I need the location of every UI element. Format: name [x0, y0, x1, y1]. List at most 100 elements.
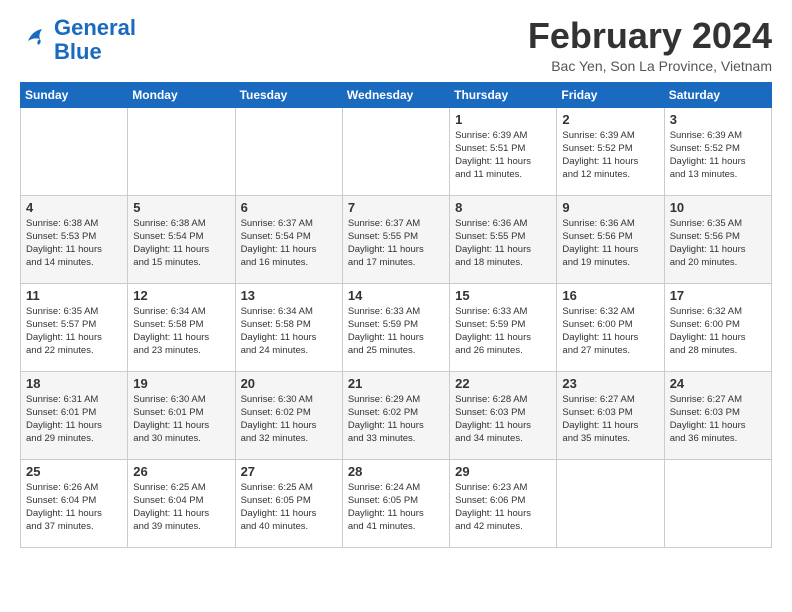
calendar-cell: 16Sunrise: 6:32 AM Sunset: 6:00 PM Dayli…: [557, 283, 664, 371]
cell-info: Sunrise: 6:37 AM Sunset: 5:54 PM Dayligh…: [241, 217, 337, 270]
day-number: 11: [26, 288, 122, 303]
calendar-cell: 27 Sunrise: 6:25 AM Sunset: 6:05 PM Dayli…: [235, 459, 342, 547]
logo-line2: Blue: [54, 39, 102, 64]
day-number: 6: [241, 200, 337, 215]
calendar-cell: 29Sunrise: 6:23 AM Sunset: 6:06 PM Dayli…: [450, 459, 557, 547]
day-number: 21: [348, 376, 444, 391]
day-number: 22: [455, 376, 551, 391]
day-number: 18: [26, 376, 122, 391]
day-header-saturday: Saturday: [664, 82, 771, 107]
calendar-cell: 19 Sunrise: 6:30 AM Sunset: 6:01 PM Dayli…: [128, 371, 235, 459]
day-number: 10: [670, 200, 766, 215]
calendar-cell: 9 Sunrise: 6:36 AM Sunset: 5:56 PM Daylig…: [557, 195, 664, 283]
day-header-friday: Friday: [557, 82, 664, 107]
location-title: Bac Yen, Son La Province, Vietnam: [528, 58, 772, 74]
calendar-cell: 26Sunrise: 6:25 AM Sunset: 6:04 PM Dayli…: [128, 459, 235, 547]
calendar-cell: 8 Sunrise: 6:36 AM Sunset: 5:55 PM Daylig…: [450, 195, 557, 283]
day-number: 23: [562, 376, 658, 391]
logo-line1: General: [54, 15, 136, 40]
calendar-cell: [557, 459, 664, 547]
day-number: 15: [455, 288, 551, 303]
logo-icon: [20, 23, 50, 53]
cell-info: Sunrise: 6:35 AM Sunset: 5:56 PM Dayligh…: [670, 217, 766, 270]
day-number: 24: [670, 376, 766, 391]
cell-info: Sunrise: 6:34 AM Sunset: 5:58 PM Dayligh…: [133, 305, 229, 358]
day-number: 7: [348, 200, 444, 215]
cell-info: Sunrise: 6:32 AM Sunset: 6:00 PM Dayligh…: [670, 305, 766, 358]
day-number: 27: [241, 464, 337, 479]
cell-info: Sunrise: 6:28 AM Sunset: 6:03 PM Dayligh…: [455, 393, 551, 446]
day-number: 29: [455, 464, 551, 479]
day-number: 13: [241, 288, 337, 303]
calendar-body: 1Sunrise: 6:39 AM Sunset: 5:51 PM Daylig…: [21, 107, 772, 547]
day-number: 26: [133, 464, 229, 479]
cell-info: Sunrise: 6:36 AM Sunset: 5:55 PM Dayligh…: [455, 217, 551, 270]
cell-info: Sunrise: 6:36 AM Sunset: 5:56 PM Dayligh…: [562, 217, 658, 270]
cell-info: Sunrise: 6:30 AM Sunset: 6:02 PM Dayligh…: [241, 393, 337, 446]
week-row-3: 18 Sunrise: 6:31 AM Sunset: 6:01 PM Dayli…: [21, 371, 772, 459]
calendar-cell: 1Sunrise: 6:39 AM Sunset: 5:51 PM Daylig…: [450, 107, 557, 195]
calendar-cell: 6 Sunrise: 6:37 AM Sunset: 5:54 PM Daylig…: [235, 195, 342, 283]
calendar-cell: [235, 107, 342, 195]
day-number: 12: [133, 288, 229, 303]
month-title: February 2024: [528, 16, 772, 56]
calendar-cell: 11 Sunrise: 6:35 AM Sunset: 5:57 PM Dayli…: [21, 283, 128, 371]
day-number: 2: [562, 112, 658, 127]
day-number: 8: [455, 200, 551, 215]
cell-info: Sunrise: 6:25 AM Sunset: 6:05 PM Dayligh…: [241, 481, 337, 534]
logo: General Blue: [20, 16, 136, 64]
calendar-cell: 4 Sunrise: 6:38 AM Sunset: 5:53 PM Daylig…: [21, 195, 128, 283]
calendar-cell: 15 Sunrise: 6:33 AM Sunset: 5:59 PM Dayli…: [450, 283, 557, 371]
cell-info: Sunrise: 6:31 AM Sunset: 6:01 PM Dayligh…: [26, 393, 122, 446]
cell-info: Sunrise: 6:39 AM Sunset: 5:51 PM Dayligh…: [455, 129, 551, 182]
day-number: 14: [348, 288, 444, 303]
calendar-header-row: SundayMondayTuesdayWednesdayThursdayFrid…: [21, 82, 772, 107]
day-number: 25: [26, 464, 122, 479]
calendar-cell: 5Sunrise: 6:38 AM Sunset: 5:54 PM Daylig…: [128, 195, 235, 283]
cell-info: Sunrise: 6:34 AM Sunset: 5:58 PM Dayligh…: [241, 305, 337, 358]
calendar-cell: 12 Sunrise: 6:34 AM Sunset: 5:58 PM Dayli…: [128, 283, 235, 371]
week-row-1: 4 Sunrise: 6:38 AM Sunset: 5:53 PM Daylig…: [21, 195, 772, 283]
cell-info: Sunrise: 6:37 AM Sunset: 5:55 PM Dayligh…: [348, 217, 444, 270]
calendar-table: SundayMondayTuesdayWednesdayThursdayFrid…: [20, 82, 772, 548]
week-row-2: 11 Sunrise: 6:35 AM Sunset: 5:57 PM Dayli…: [21, 283, 772, 371]
day-number: 17: [670, 288, 766, 303]
day-number: 3: [670, 112, 766, 127]
calendar-cell: 18 Sunrise: 6:31 AM Sunset: 6:01 PM Dayli…: [21, 371, 128, 459]
day-number: 20: [241, 376, 337, 391]
cell-info: Sunrise: 6:29 AM Sunset: 6:02 PM Dayligh…: [348, 393, 444, 446]
calendar-cell: 22 Sunrise: 6:28 AM Sunset: 6:03 PM Dayli…: [450, 371, 557, 459]
calendar-cell: [342, 107, 449, 195]
header: General Blue February 2024 Bac Yen, Son …: [20, 16, 772, 74]
day-header-sunday: Sunday: [21, 82, 128, 107]
day-number: 19: [133, 376, 229, 391]
cell-info: Sunrise: 6:24 AM Sunset: 6:05 PM Dayligh…: [348, 481, 444, 534]
cell-info: Sunrise: 6:35 AM Sunset: 5:57 PM Dayligh…: [26, 305, 122, 358]
calendar-cell: 24 Sunrise: 6:27 AM Sunset: 6:03 PM Dayli…: [664, 371, 771, 459]
week-row-0: 1Sunrise: 6:39 AM Sunset: 5:51 PM Daylig…: [21, 107, 772, 195]
title-area: February 2024 Bac Yen, Son La Province, …: [528, 16, 772, 74]
calendar-cell: 14 Sunrise: 6:33 AM Sunset: 5:59 PM Dayli…: [342, 283, 449, 371]
cell-info: Sunrise: 6:33 AM Sunset: 5:59 PM Dayligh…: [348, 305, 444, 358]
calendar-cell: 21 Sunrise: 6:29 AM Sunset: 6:02 PM Dayli…: [342, 371, 449, 459]
day-number: 28: [348, 464, 444, 479]
day-header-tuesday: Tuesday: [235, 82, 342, 107]
cell-info: Sunrise: 6:30 AM Sunset: 6:01 PM Dayligh…: [133, 393, 229, 446]
cell-info: Sunrise: 6:27 AM Sunset: 6:03 PM Dayligh…: [562, 393, 658, 446]
day-header-wednesday: Wednesday: [342, 82, 449, 107]
cell-info: Sunrise: 6:33 AM Sunset: 5:59 PM Dayligh…: [455, 305, 551, 358]
cell-info: Sunrise: 6:38 AM Sunset: 5:53 PM Dayligh…: [26, 217, 122, 270]
cell-info: Sunrise: 6:27 AM Sunset: 6:03 PM Dayligh…: [670, 393, 766, 446]
cell-info: Sunrise: 6:39 AM Sunset: 5:52 PM Dayligh…: [670, 129, 766, 182]
day-number: 9: [562, 200, 658, 215]
cell-info: Sunrise: 6:39 AM Sunset: 5:52 PM Dayligh…: [562, 129, 658, 182]
calendar-cell: 20 Sunrise: 6:30 AM Sunset: 6:02 PM Dayli…: [235, 371, 342, 459]
cell-info: Sunrise: 6:26 AM Sunset: 6:04 PM Dayligh…: [26, 481, 122, 534]
calendar-cell: 10 Sunrise: 6:35 AM Sunset: 5:56 PM Dayli…: [664, 195, 771, 283]
calendar-cell: 28 Sunrise: 6:24 AM Sunset: 6:05 PM Dayli…: [342, 459, 449, 547]
cell-info: Sunrise: 6:38 AM Sunset: 5:54 PM Dayligh…: [133, 217, 229, 270]
calendar-cell: 13 Sunrise: 6:34 AM Sunset: 5:58 PM Dayli…: [235, 283, 342, 371]
day-number: 16: [562, 288, 658, 303]
calendar-cell: 23 Sunrise: 6:27 AM Sunset: 6:03 PM Dayli…: [557, 371, 664, 459]
day-number: 4: [26, 200, 122, 215]
